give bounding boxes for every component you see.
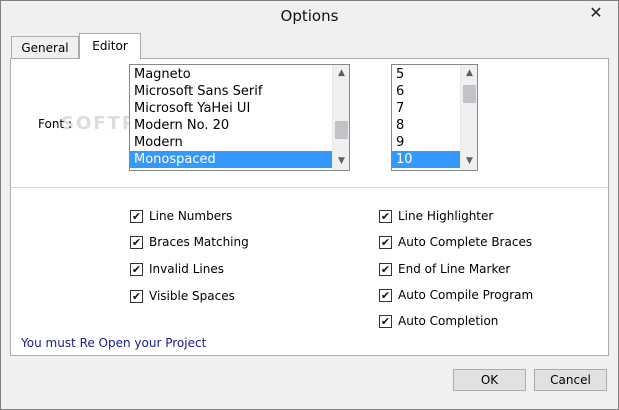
font-size-item[interactable]: 5	[392, 66, 460, 83]
font-size-item-selected[interactable]: 10	[392, 151, 460, 168]
tab-editor[interactable]: Editor	[79, 33, 141, 59]
font-family-item[interactable]: Microsoft YaHei UI	[130, 100, 332, 117]
option-label: End of Line Marker	[398, 262, 511, 276]
title-bar: Options ✕	[1, 1, 618, 32]
reopen-notice: You must Re Open your Project	[21, 336, 207, 350]
checkbox-checked-icon[interactable]: ✔	[379, 209, 392, 223]
font-family-item[interactable]: Modern	[130, 134, 332, 151]
option-label: Line Numbers	[149, 209, 233, 223]
font-size-scrollbar[interactable]: ▲ ▼	[460, 65, 477, 170]
checkbox-checked-icon[interactable]: ✔	[379, 288, 392, 302]
option-label: Auto Complete Braces	[398, 235, 533, 249]
option-label: Invalid Lines	[149, 262, 224, 276]
option-label: Line Highlighter	[398, 209, 494, 223]
option-braces-matching[interactable]: ✔ Braces Matching	[130, 234, 249, 250]
option-auto-completion[interactable]: ✔ Auto Completion	[379, 313, 498, 329]
font-size-item[interactable]: 7	[392, 100, 460, 117]
options-dialog: Options ✕ General Editor SOFTPEDIA Font …	[0, 0, 619, 410]
option-end-of-line-marker[interactable]: ✔ End of Line Marker	[379, 261, 510, 277]
window-title: Options	[280, 7, 339, 25]
checkbox-checked-icon[interactable]: ✔	[379, 314, 392, 328]
scroll-down-icon[interactable]: ▼	[333, 153, 349, 170]
font-size-listbox[interactable]: 5 6 7 8 9 10 ▲ ▼	[391, 64, 478, 171]
font-family-item[interactable]: Modern No. 20	[130, 117, 332, 134]
checkbox-checked-icon[interactable]: ✔	[130, 235, 143, 249]
font-label: Font :	[38, 117, 72, 131]
checkbox-checked-icon[interactable]: ✔	[379, 235, 392, 249]
option-line-numbers[interactable]: ✔ Line Numbers	[130, 208, 232, 224]
option-visible-spaces[interactable]: ✔ Visible Spaces	[130, 288, 235, 304]
close-icon[interactable]: ✕	[582, 3, 610, 23]
font-size-item[interactable]: 8	[392, 117, 460, 134]
font-size-item[interactable]: 9	[392, 134, 460, 151]
option-auto-complete-braces[interactable]: ✔ Auto Complete Braces	[379, 234, 532, 250]
checkbox-checked-icon[interactable]: ✔	[130, 262, 143, 276]
checkbox-checked-icon[interactable]: ✔	[379, 262, 392, 276]
option-label: Visible Spaces	[149, 289, 235, 303]
scroll-up-icon[interactable]: ▲	[461, 65, 477, 82]
cancel-button[interactable]: Cancel	[534, 369, 607, 391]
tab-general[interactable]: General	[11, 36, 79, 59]
scroll-up-icon[interactable]: ▲	[333, 65, 349, 82]
font-family-scrollbar[interactable]: ▲ ▼	[332, 65, 349, 170]
option-label: Auto Compile Program	[398, 288, 534, 302]
option-line-highlighter[interactable]: ✔ Line Highlighter	[379, 208, 493, 224]
font-size-item[interactable]: 6	[392, 83, 460, 100]
ok-button[interactable]: OK	[453, 369, 526, 391]
section-divider	[11, 187, 608, 188]
checkbox-checked-icon[interactable]: ✔	[130, 209, 143, 223]
font-family-item[interactable]: Magneto	[130, 66, 332, 83]
scroll-thumb[interactable]	[463, 85, 476, 103]
option-invalid-lines[interactable]: ✔ Invalid Lines	[130, 261, 224, 277]
scroll-thumb[interactable]	[335, 121, 348, 139]
option-label: Auto Completion	[398, 314, 499, 328]
font-family-listbox[interactable]: Magneto Microsoft Sans Serif Microsoft Y…	[129, 64, 350, 171]
option-label: Braces Matching	[149, 235, 249, 249]
font-family-item[interactable]: Microsoft Sans Serif	[130, 83, 332, 100]
option-auto-compile-program[interactable]: ✔ Auto Compile Program	[379, 287, 533, 303]
checkbox-checked-icon[interactable]: ✔	[130, 289, 143, 303]
font-family-item-selected[interactable]: Monospaced	[130, 151, 332, 168]
scroll-down-icon[interactable]: ▼	[461, 153, 477, 170]
